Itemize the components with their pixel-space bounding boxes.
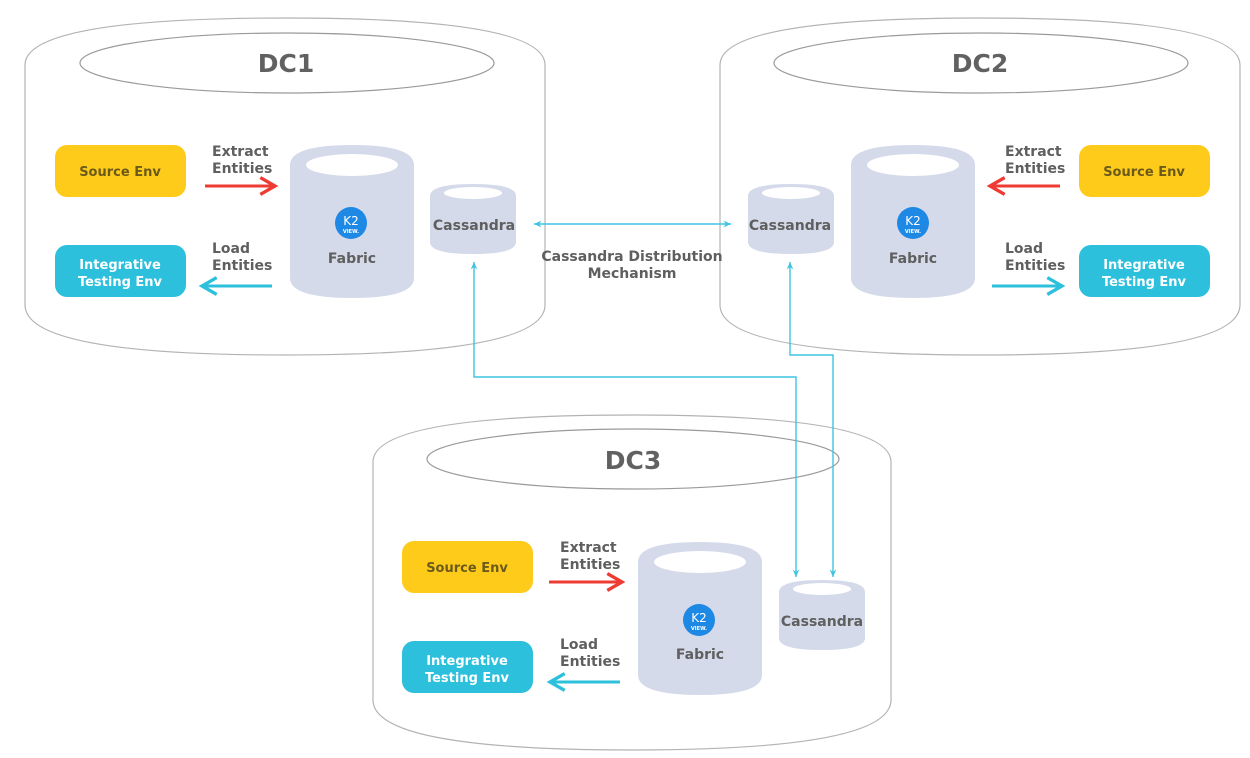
- load-label-1: Load: [560, 637, 598, 653]
- load-label-2: Entities: [1005, 258, 1065, 274]
- dc1-title: DC1: [258, 49, 315, 78]
- logo-text: K2: [691, 611, 707, 625]
- load-label-2: Entities: [212, 258, 272, 274]
- cassandra-label: Cassandra: [749, 218, 831, 234]
- testing-env-label-2: Testing Env: [78, 275, 163, 290]
- logo-subtext: VIEW.: [343, 229, 359, 235]
- fabric-label: Fabric: [889, 251, 937, 267]
- testing-env-label-1: Integrative: [1103, 258, 1185, 273]
- cassandra-label: Cassandra: [433, 218, 515, 234]
- dc2-title: DC2: [952, 49, 1009, 78]
- testing-env-label-1: Integrative: [79, 258, 161, 273]
- datacenter-dc3: DC3 Source Env Integrative Testing Env E…: [372, 414, 892, 751]
- datacenter-diagram: DC1 Source Env Integrative Testing Env E…: [24, 17, 1241, 751]
- load-label-1: Load: [1005, 241, 1043, 257]
- extract-label-1: Extract: [1005, 144, 1062, 160]
- load-label-1: Load: [212, 241, 250, 257]
- logo-text: K2: [905, 214, 921, 228]
- dc3-title: DC3: [605, 446, 662, 475]
- fabric-label: Fabric: [328, 251, 376, 267]
- cassandra-label: Cassandra: [781, 614, 863, 630]
- testing-env-label-2: Testing Env: [1102, 275, 1187, 290]
- extract-label-1: Extract: [560, 540, 617, 556]
- distribution-label-2: Mechanism: [588, 266, 677, 282]
- load-label-2: Entities: [560, 654, 620, 670]
- fabric-label: Fabric: [676, 647, 724, 663]
- extract-label-2: Entities: [1005, 161, 1065, 177]
- source-env-label: Source Env: [1103, 165, 1185, 180]
- logo-subtext: VIEW.: [905, 229, 921, 235]
- extract-label-2: Entities: [560, 557, 620, 573]
- distribution-label-1: Cassandra Distribution: [541, 249, 722, 265]
- extract-label-1: Extract: [212, 144, 269, 160]
- testing-env-label-2: Testing Env: [425, 671, 510, 686]
- testing-env-label-1: Integrative: [426, 654, 508, 669]
- logo-subtext: VIEW.: [691, 626, 707, 632]
- datacenter-dc2: DC2 Source Env Integrative Testing Env E…: [719, 17, 1241, 356]
- extract-label-2: Entities: [212, 161, 272, 177]
- source-env-label: Source Env: [426, 561, 508, 576]
- datacenter-dc1: DC1 Source Env Integrative Testing Env E…: [24, 17, 546, 356]
- logo-text: K2: [343, 214, 359, 228]
- source-env-label: Source Env: [79, 165, 161, 180]
